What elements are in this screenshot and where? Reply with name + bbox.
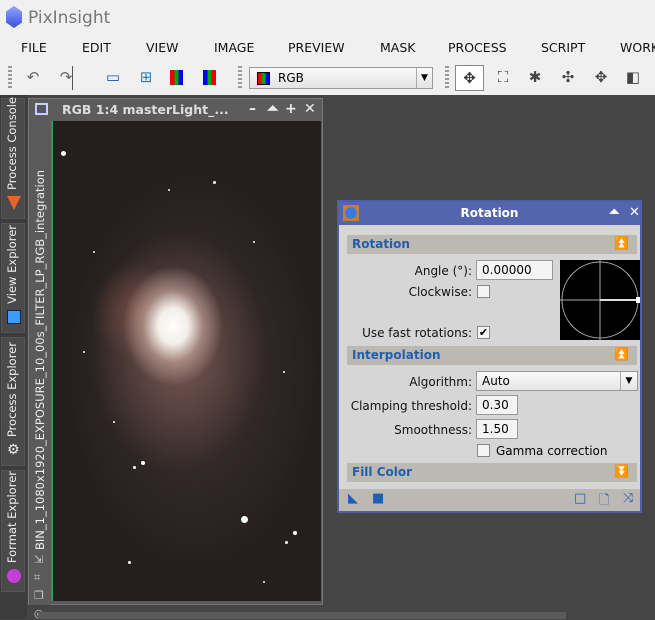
chevron-down-icon: ▼ (416, 68, 432, 88)
angle-input[interactable]: 0.00000 (476, 260, 553, 280)
smoothness-input[interactable]: 1.50 (476, 419, 518, 439)
section-fill-color[interactable]: Fill Color ⏬ (347, 463, 637, 482)
fast-rotations-label: Use fast rotations: (362, 326, 472, 340)
zoom-out-icon[interactable]: ✱ (526, 68, 544, 86)
fast-rotations-checkbox[interactable]: ✔ (477, 326, 490, 339)
clamping-input[interactable]: 0.30 (476, 395, 518, 415)
tab-label: Format Explorer (5, 470, 19, 563)
gear-icon: ⚙ (7, 442, 20, 458)
section-interpolation[interactable]: Interpolation ⏫ (347, 346, 637, 365)
dialog-title: Rotation (460, 206, 519, 220)
toolbar-grip[interactable] (238, 66, 242, 90)
format-explorer-icon (7, 569, 21, 583)
algorithm-value: Auto (482, 374, 510, 388)
menu-edit[interactable]: EDIT (82, 40, 111, 55)
tab-view-explorer[interactable]: View Explorer (1, 223, 25, 333)
close-icon[interactable]: ✕ (304, 101, 316, 117)
clockwise-checkbox[interactable] (477, 285, 490, 298)
menu-process[interactable]: PROCESS (448, 40, 507, 55)
app-titlebar: PixInsight (0, 0, 655, 36)
clockwise-label: Clockwise: (408, 285, 472, 299)
new-instance-icon[interactable]: ◣ (348, 491, 358, 506)
menu-workspace[interactable]: WORK (620, 40, 655, 55)
readout-mode-icon[interactable]: ✥ (455, 65, 484, 91)
image-window[interactable]: RGB 1:4 masterLight_... – ⏶ + ✕ BIN_1_10… (28, 98, 323, 620)
angle-dial[interactable] (560, 260, 640, 340)
clamping-label: Clamping threshold: (350, 399, 472, 413)
image-window-title: RGB 1:4 masterLight_... (62, 102, 229, 117)
smoothness-label: Smoothness: (394, 423, 472, 437)
tab-label: Process Explorer (5, 341, 19, 437)
dialog-footer: ◣ ■ □ 🗋 ⤨ (339, 489, 640, 511)
side-tabs: Process Console View Explorer Process Ex… (0, 95, 27, 619)
section-title: Fill Color (352, 465, 413, 479)
angle-dial-graphic (560, 260, 640, 340)
section-rotation[interactable]: Rotation ⏫ (347, 235, 637, 254)
image-window-titlebar[interactable]: RGB 1:4 masterLight_... – ⏶ + ✕ (29, 99, 322, 121)
fit-icon[interactable]: ⇲ (34, 553, 43, 566)
channel-select[interactable]: RGB ▼ (249, 67, 433, 89)
image-identifier: BIN_1_1080x1920_EXPOSURE_10_00s_FILTER_L… (33, 169, 47, 550)
gamma-label[interactable]: Gamma correction (496, 444, 608, 458)
nebula-image[interactable] (51, 121, 321, 601)
minimized-window-strip[interactable] (38, 612, 566, 619)
algorithm-select[interactable]: Auto ▼ (476, 371, 638, 391)
zoom-in-icon[interactable]: ⛶ (494, 68, 512, 86)
tab-process-explorer[interactable]: Process Explorer ⚙ (1, 337, 25, 466)
apply-icon[interactable]: ■ (372, 491, 384, 506)
center-icon[interactable]: ✥ (592, 68, 610, 86)
app-title: PixInsight (28, 8, 111, 28)
collapse-icon[interactable]: ⏫ (614, 236, 629, 250)
zoom-fit-icon[interactable]: ⌗ (34, 571, 40, 585)
angle-label: Angle (°): (414, 264, 472, 278)
pan-icon[interactable]: ✣ (559, 68, 577, 86)
menu-bar: FILE EDIT VIEW IMAGE PREVIEW MASK PROCES… (0, 36, 655, 60)
menu-preview[interactable]: PREVIEW (288, 40, 345, 55)
tab-label: View Explorer (5, 225, 19, 304)
tab-process-console[interactable]: Process Console (1, 97, 25, 219)
browse-docs-icon[interactable]: □ (574, 491, 586, 506)
shade-icon[interactable]: ⏶ (609, 205, 619, 220)
window-icon (35, 103, 48, 115)
pixinsight-logo-icon (6, 6, 22, 28)
identifier-icon[interactable]: ▭ (104, 68, 122, 86)
menu-image[interactable]: IMAGE (214, 40, 254, 55)
maximize-icon[interactable]: + (285, 101, 297, 117)
edit-preview-icon[interactable]: ◧ (624, 68, 642, 86)
rgb-swatch-icon (257, 72, 270, 85)
menu-mask[interactable]: MASK (380, 40, 415, 55)
menu-view[interactable]: VIEW (146, 40, 179, 55)
expand-icon[interactable]: ⏬ (614, 464, 629, 478)
combine-channels-icon[interactable] (203, 70, 216, 85)
edit-instance-icon[interactable]: 🗋 (599, 491, 609, 513)
menu-script[interactable]: SCRIPT (541, 40, 585, 55)
rotation-dialog: Rotation ⏶ ✕ Rotation ⏫ Angle (°): 0.0000… (337, 200, 642, 513)
rotation-dialog-titlebar[interactable]: Rotation ⏶ ✕ (339, 202, 640, 225)
channel-select-value: RGB (278, 71, 304, 85)
section-title: Interpolation (352, 348, 441, 362)
close-icon[interactable]: ✕ (629, 205, 640, 220)
undo-icon[interactable]: ↶ (24, 68, 42, 86)
split-channels-icon[interactable] (170, 70, 183, 85)
menu-file[interactable]: FILE (21, 40, 47, 55)
collapse-icon[interactable]: ⏫ (614, 347, 629, 361)
clone-icon[interactable]: ❐ (34, 589, 44, 602)
tab-format-explorer[interactable]: Format Explorer (1, 470, 25, 592)
shade-icon[interactable]: ⏶ (267, 101, 278, 117)
view-explorer-icon (7, 310, 21, 324)
section-title: Rotation (352, 237, 410, 251)
algorithm-label: Algorithm: (409, 375, 472, 389)
minimize-icon[interactable]: – (249, 101, 256, 117)
gamma-checkbox[interactable] (477, 444, 490, 457)
reset-icon[interactable]: ⤨ (623, 491, 633, 506)
image-id-strip: BIN_1_1080x1920_EXPOSURE_10_00s_FILTER_L… (29, 121, 51, 620)
chevron-down-icon: ▼ (620, 372, 637, 390)
toolbar-grip[interactable] (8, 66, 12, 90)
new-image-icon[interactable]: ⊞ (137, 68, 155, 86)
tab-label: Process Console (5, 97, 19, 190)
toolbar-grip[interactable] (445, 66, 449, 90)
process-console-icon (7, 196, 21, 210)
